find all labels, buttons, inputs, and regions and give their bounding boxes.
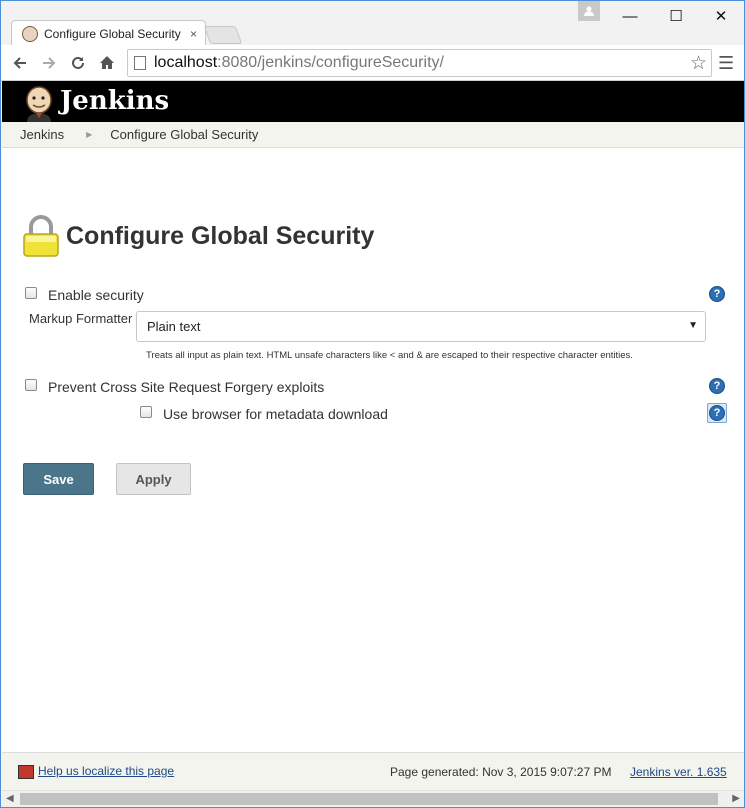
markup-formatter-label: Markup Formatter: [29, 311, 133, 326]
address-bar[interactable]: localhost:8080/jenkins/configureSecurity…: [127, 49, 712, 77]
minimize-button[interactable]: —: [607, 3, 653, 29]
enable-security-checkbox[interactable]: [25, 287, 37, 299]
footer: Help us localize this page Page generate…: [2, 752, 744, 790]
reload-icon: [72, 56, 84, 69]
jenkins-favicon-icon: [22, 25, 38, 42]
localize-link[interactable]: Help us localize this page: [38, 764, 174, 778]
reload-button[interactable]: [66, 51, 90, 75]
page-heading: Configure Global Security: [22, 215, 374, 257]
page-icon: [134, 56, 146, 70]
home-button[interactable]: [95, 51, 119, 75]
url-host: localhost: [154, 54, 218, 71]
breadcrumb-item-jenkins[interactable]: Jenkins: [20, 127, 64, 142]
markup-formatter-value: Plain text: [147, 319, 201, 334]
arrow-left-icon: [13, 57, 26, 69]
browser-menu-icon[interactable]: ☰: [718, 53, 734, 74]
chevron-down-icon: ▼: [688, 320, 698, 331]
jenkins-logo-icon[interactable]: [22, 84, 56, 122]
home-icon: [100, 56, 114, 69]
browser-window: Configure Global Security × — ☐ ✕ localh…: [0, 0, 745, 808]
breadcrumb: Jenkins ▶ Configure Global Security: [2, 122, 744, 148]
csrf-label[interactable]: Prevent Cross Site Request Forgery explo…: [48, 379, 324, 395]
scroll-right-icon[interactable]: ▶: [732, 793, 740, 804]
forward-button[interactable]: [37, 51, 61, 75]
markup-formatter-description: Treats all input as plain text. HTML uns…: [146, 350, 633, 361]
browser-metadata-help-icon[interactable]: ?: [709, 405, 725, 421]
horizontal-scrollbar[interactable]: ◀ ▶: [2, 790, 744, 807]
bookmark-star-icon[interactable]: ☆: [690, 52, 707, 75]
jenkins-header: Jenkins: [2, 81, 744, 122]
browser-metadata-label[interactable]: Use browser for metadata download: [163, 406, 388, 422]
url-path: :8080/jenkins/configureSecurity/: [217, 54, 444, 71]
apply-button[interactable]: Apply: [116, 463, 191, 495]
maximize-button[interactable]: ☐: [653, 3, 699, 29]
title-bar: Configure Global Security × — ☐ ✕: [1, 1, 744, 46]
browser-tab[interactable]: Configure Global Security ×: [11, 20, 206, 46]
browser-metadata-checkbox[interactable]: [140, 406, 152, 418]
back-button[interactable]: [8, 51, 32, 75]
page-generated-text: Page generated: Nov 3, 2015 9:07:27 PM: [390, 765, 612, 779]
scrollbar-thumb[interactable]: [20, 793, 718, 805]
app-name[interactable]: Jenkins: [60, 86, 169, 116]
save-button[interactable]: Save: [23, 463, 94, 495]
csrf-checkbox[interactable]: [25, 379, 37, 391]
csrf-help-icon[interactable]: ?: [709, 378, 725, 394]
arrow-right-icon: [43, 57, 56, 69]
tab-title: Configure Global Security: [44, 26, 181, 41]
scroll-left-icon[interactable]: ◀: [6, 793, 14, 804]
user-profile-icon[interactable]: [578, 1, 600, 21]
jenkins-version-link[interactable]: Jenkins ver. 1.635: [630, 765, 727, 779]
enable-security-label[interactable]: Enable security: [48, 287, 144, 303]
main-content: Configure Global Security Enable securit…: [2, 148, 744, 752]
breadcrumb-separator-icon: ▶: [86, 130, 93, 139]
page-title: Configure Global Security: [66, 221, 375, 250]
tab-close-icon[interactable]: ×: [190, 27, 197, 41]
browser-toolbar: localhost:8080/jenkins/configureSecurity…: [1, 45, 744, 81]
breadcrumb-item-configure-security[interactable]: Configure Global Security: [110, 127, 258, 142]
close-window-button[interactable]: ✕: [698, 3, 744, 29]
markup-formatter-select[interactable]: Plain text ▼: [136, 311, 706, 342]
localize-icon: [18, 765, 34, 779]
enable-security-help-icon[interactable]: ?: [709, 286, 725, 302]
new-tab-button[interactable]: [203, 26, 243, 44]
lock-icon: [23, 215, 59, 257]
